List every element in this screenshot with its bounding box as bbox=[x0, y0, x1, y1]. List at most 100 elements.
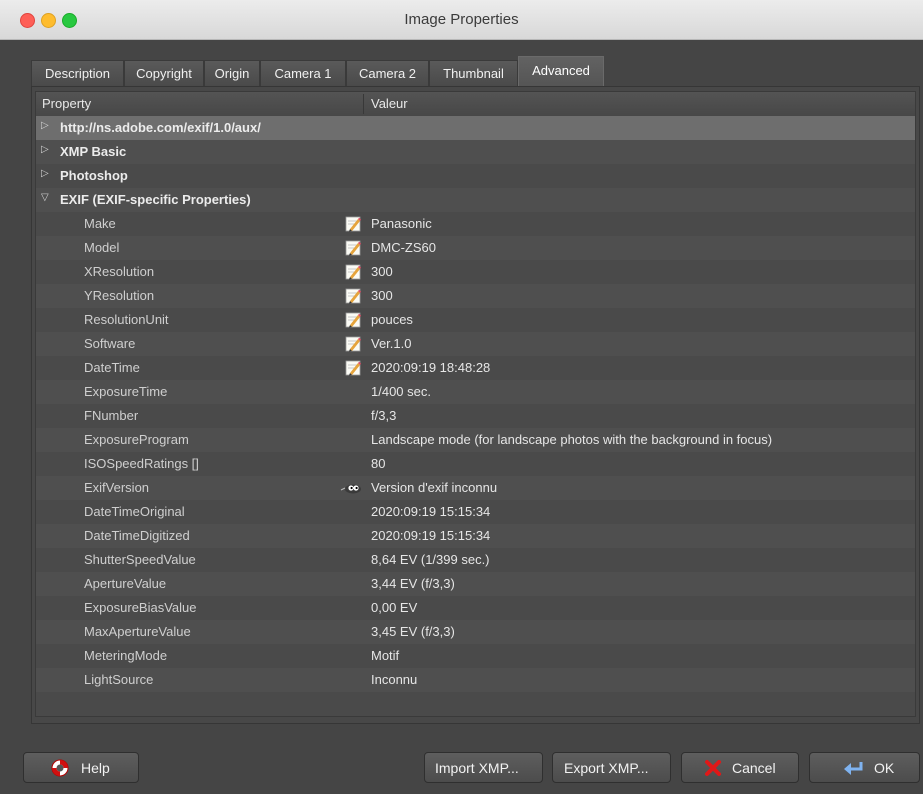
help-button-label: Help bbox=[81, 760, 110, 776]
property-value: 3,44 EV (f/3,3) bbox=[371, 576, 455, 591]
property-name: ExifVersion bbox=[84, 480, 150, 495]
edit-icon[interactable] bbox=[345, 216, 361, 232]
property-value: f/3,3 bbox=[371, 408, 397, 423]
property-value: 3,45 EV (f/3,3) bbox=[371, 624, 455, 639]
ok-button-label: OK bbox=[874, 760, 895, 776]
table-row[interactable]: ApertureValue 3,44 EV (f/3,3) bbox=[36, 572, 915, 596]
property-value: 300 bbox=[371, 264, 393, 279]
property-value: Panasonic bbox=[371, 216, 432, 231]
property-name: DateTime bbox=[84, 360, 140, 375]
table-row[interactable]: FNumber f/3,3 bbox=[36, 404, 915, 428]
collapse-triangle-icon[interactable]: ▽ bbox=[41, 192, 49, 203]
red-x-icon bbox=[705, 760, 721, 776]
export-xmp-label: Export XMP... bbox=[564, 760, 649, 776]
advanced-panel: Property Valeur ▷ http://ns.adobe.com/exi… bbox=[31, 86, 920, 724]
table-row[interactable]: XResolution 300 bbox=[36, 260, 915, 284]
property-value: 2020:09:19 15:15:34 bbox=[371, 528, 491, 543]
column-header-property[interactable]: Property bbox=[42, 96, 91, 111]
table-row[interactable]: MaxApertureValue 3,45 EV (f/3,3) bbox=[36, 620, 915, 644]
import-xmp-button[interactable]: Import XMP... bbox=[424, 752, 543, 783]
property-name: FNumber bbox=[84, 408, 139, 423]
table-row[interactable]: Make Panasonic bbox=[36, 212, 915, 236]
expand-triangle-icon[interactable]: ▷ bbox=[41, 120, 49, 131]
property-value: 0,00 EV bbox=[371, 600, 418, 615]
table-row[interactable]: MeteringMode Motif bbox=[36, 644, 915, 668]
table-row[interactable]: ExposureProgram Landscape mode (for lands… bbox=[36, 428, 915, 452]
property-name: ExposureProgram bbox=[84, 432, 189, 447]
group-row[interactable]: ▷ Photoshop bbox=[36, 164, 915, 188]
table-row[interactable]: ResolutionUnit pouces bbox=[36, 308, 915, 332]
tab-origin[interactable]: Origin bbox=[204, 60, 260, 86]
property-value: pouces bbox=[371, 312, 413, 327]
edit-icon[interactable] bbox=[345, 240, 361, 256]
property-value: 300 bbox=[371, 288, 393, 303]
property-name: MeteringMode bbox=[84, 648, 168, 663]
enter-arrow-icon bbox=[844, 762, 863, 775]
property-value: Inconnu bbox=[371, 672, 418, 687]
property-value: 2020:09:19 15:15:34 bbox=[371, 504, 491, 519]
group-row[interactable]: ▷ http://ns.adobe.com/exif/1.0/aux/ bbox=[36, 116, 915, 140]
tab-copyright[interactable]: Copyright bbox=[124, 60, 204, 86]
table-row[interactable]: ExposureBiasValue 0,00 EV bbox=[36, 596, 915, 620]
tab-advanced[interactable]: Advanced bbox=[518, 56, 604, 86]
help-button[interactable]: Help bbox=[23, 752, 139, 783]
wilber-warning-icon bbox=[340, 484, 361, 494]
table-row[interactable]: ExposureTime 1/400 sec. bbox=[36, 380, 915, 404]
property-value: 8,64 EV (1/399 sec.) bbox=[371, 552, 490, 567]
property-value: 80 bbox=[371, 456, 386, 471]
property-value: 1/400 sec. bbox=[371, 384, 431, 399]
table-row[interactable]: DateTimeDigitized 2020:09:19 15:15:34 bbox=[36, 524, 915, 548]
cancel-button[interactable]: Cancel bbox=[681, 752, 799, 783]
property-value: Landscape mode (for landscape photos wit… bbox=[371, 432, 773, 447]
table-row[interactable]: ShutterSpeedValue 8,64 EV (1/399 sec.) bbox=[36, 548, 915, 572]
column-divider[interactable] bbox=[363, 94, 364, 114]
table-row[interactable]: DateTimeOriginal 2020:09:19 15:15:34 bbox=[36, 500, 915, 524]
property-name: Make bbox=[84, 216, 116, 231]
table-row[interactable]: Software Ver.1.0 bbox=[36, 332, 915, 356]
table-row[interactable]: ExifVersion Version d'exif inconnu bbox=[36, 476, 915, 500]
image-properties-window: Image Properties Description Copyright O… bbox=[0, 0, 923, 794]
group-label: http://ns.adobe.com/exif/1.0/aux/ bbox=[60, 120, 261, 135]
table-header: Property Valeur bbox=[36, 92, 915, 117]
expand-triangle-icon[interactable]: ▷ bbox=[41, 144, 49, 155]
ok-button[interactable]: OK bbox=[809, 752, 920, 783]
group-row[interactable]: ▽ EXIF (EXIF-specific Properties) bbox=[36, 188, 915, 212]
property-name: ExposureBiasValue bbox=[84, 600, 197, 615]
expand-triangle-icon[interactable]: ▷ bbox=[41, 168, 49, 179]
property-name: ISOSpeedRatings [] bbox=[84, 456, 199, 471]
property-name: Model bbox=[84, 240, 120, 255]
table-row[interactable]: ISOSpeedRatings [] 80 bbox=[36, 452, 915, 476]
property-value: DMC-ZS60 bbox=[371, 240, 437, 255]
tab-thumbnail[interactable]: Thumbnail bbox=[429, 60, 518, 86]
title-bar: Image Properties bbox=[0, 0, 923, 40]
tab-camera-2[interactable]: Camera 2 bbox=[346, 60, 429, 86]
tab-description[interactable]: Description bbox=[31, 60, 124, 86]
table-row[interactable]: DateTime 2020:09:19 18:48:28 bbox=[36, 356, 915, 380]
window-title: Image Properties bbox=[404, 11, 519, 28]
property-value: Motif bbox=[371, 648, 400, 663]
table-row[interactable]: LightSource Inconnu bbox=[36, 668, 915, 692]
properties-table[interactable]: Property Valeur ▷ http://ns.adobe.com/exi… bbox=[35, 91, 916, 717]
import-xmp-label: Import XMP... bbox=[435, 760, 519, 776]
edit-icon[interactable] bbox=[345, 360, 361, 376]
export-xmp-button[interactable]: Export XMP... bbox=[552, 752, 671, 783]
group-label: Photoshop bbox=[60, 168, 128, 183]
group-label: EXIF (EXIF-specific Properties) bbox=[60, 192, 251, 207]
edit-icon[interactable] bbox=[345, 288, 361, 304]
property-value: Version d'exif inconnu bbox=[371, 480, 498, 495]
property-name: ShutterSpeedValue bbox=[84, 552, 196, 567]
column-header-value[interactable]: Valeur bbox=[371, 96, 408, 111]
edit-icon[interactable] bbox=[345, 312, 361, 328]
property-name: MaxApertureValue bbox=[84, 624, 191, 639]
table-row[interactable]: Model DMC-ZS60 bbox=[36, 236, 915, 260]
property-name: ApertureValue bbox=[84, 576, 167, 591]
group-row[interactable]: ▷ XMP Basic bbox=[36, 140, 915, 164]
lifebuoy-icon bbox=[51, 759, 69, 777]
table-row[interactable]: YResolution 300 bbox=[36, 284, 915, 308]
property-value: 2020:09:19 18:48:28 bbox=[371, 360, 491, 375]
edit-icon[interactable] bbox=[345, 264, 361, 280]
property-name: Software bbox=[84, 336, 136, 351]
edit-icon[interactable] bbox=[345, 336, 361, 352]
tab-camera-1[interactable]: Camera 1 bbox=[260, 60, 346, 86]
property-name: DateTimeDigitized bbox=[84, 528, 190, 543]
